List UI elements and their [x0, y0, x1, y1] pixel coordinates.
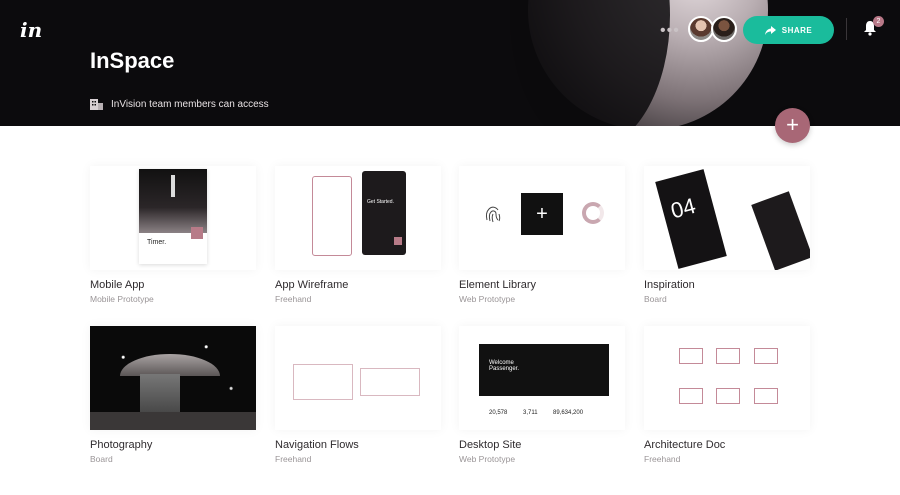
- stat-1: 20,578: [489, 410, 508, 416]
- app-screen: Get Started.: [362, 171, 406, 255]
- project-card-photography[interactable]: Photography Board: [90, 326, 256, 464]
- building-icon: [90, 99, 103, 110]
- share-arrow-icon: [764, 25, 776, 35]
- project-card-inspiration[interactable]: 04 Inspiration Board: [644, 166, 810, 304]
- divider: [846, 18, 847, 40]
- header-banner: in InSpace InVision team members can acc…: [0, 0, 900, 126]
- phone-mockup: Timer.: [139, 169, 207, 264]
- flow-grid: [293, 364, 353, 400]
- project-name[interactable]: Photography: [90, 439, 256, 451]
- fingerprint-icon: [485, 206, 501, 223]
- moon-shadow: [510, 0, 670, 126]
- project-thumbnail[interactable]: [275, 326, 441, 430]
- access-text: InVision team members can access: [111, 99, 269, 110]
- project-thumbnail[interactable]: +: [459, 166, 625, 270]
- project-card-architecture-doc[interactable]: Architecture Doc Freehand: [644, 326, 810, 464]
- phone-mockup: 04: [655, 169, 727, 269]
- project-type: Web Prototype: [459, 454, 516, 464]
- project-type: Freehand: [644, 454, 681, 464]
- more-options-button[interactable]: •••: [660, 22, 680, 40]
- stat-3: 89,634,200: [553, 410, 584, 416]
- project-name[interactable]: Element Library: [459, 279, 625, 291]
- project-name[interactable]: Architecture Doc: [644, 439, 810, 451]
- doc-node: [716, 388, 740, 404]
- add-icon: +: [521, 193, 563, 235]
- thumb-title: Get Started.: [367, 199, 394, 205]
- share-button[interactable]: SHARE: [743, 16, 834, 44]
- project-thumbnail[interactable]: Welcome Passenger. 20,578 3,711 89,634,2…: [459, 326, 625, 430]
- rocket-image: [139, 169, 207, 233]
- doc-node: [679, 348, 703, 364]
- project-thumbnail[interactable]: Timer.: [90, 166, 256, 270]
- project-type: Board: [644, 294, 667, 304]
- project-thumbnail[interactable]: 04: [644, 166, 810, 270]
- project-name[interactable]: Navigation Flows: [275, 439, 441, 451]
- hero-banner: Welcome Passenger.: [479, 344, 609, 396]
- space-title: InSpace: [90, 48, 175, 73]
- doc-node: [754, 388, 778, 404]
- progress-ring: [582, 202, 604, 224]
- share-label: SHARE: [781, 25, 813, 35]
- project-card-app-wireframe[interactable]: Get Started. App Wireframe Freehand: [275, 166, 441, 304]
- access-info[interactable]: InVision team members can access: [90, 99, 269, 110]
- flow-list: [360, 368, 420, 396]
- project-thumbnail[interactable]: [644, 326, 810, 430]
- phone-mockup-secondary: [751, 191, 810, 270]
- project-name[interactable]: Inspiration: [644, 279, 810, 291]
- project-thumbnail[interactable]: [90, 326, 256, 430]
- project-card-navigation-flows[interactable]: Navigation Flows Freehand: [275, 326, 441, 464]
- project-type: Board: [90, 454, 113, 464]
- invision-logo[interactable]: in: [20, 18, 42, 42]
- thumb-title: Timer.: [147, 239, 167, 246]
- project-card-mobile-app[interactable]: Timer. Mobile App Mobile Prototype: [90, 166, 256, 304]
- doc-node: [754, 348, 778, 364]
- doc-node: [679, 388, 703, 404]
- project-thumbnail[interactable]: Get Started.: [275, 166, 441, 270]
- project-type: Web Prototype: [459, 294, 516, 304]
- notification-badge: 2: [873, 16, 884, 27]
- stat-2: 3,711: [523, 410, 538, 416]
- thumb-title: Welcome Passenger.: [489, 360, 520, 372]
- project-type: Freehand: [275, 454, 312, 464]
- avatar[interactable]: [711, 16, 737, 42]
- project-card-desktop-site[interactable]: Welcome Passenger. 20,578 3,711 89,634,2…: [459, 326, 625, 464]
- project-type: Freehand: [275, 294, 312, 304]
- add-project-button[interactable]: +: [775, 108, 810, 143]
- project-type: Mobile Prototype: [90, 294, 154, 304]
- doc-node: [716, 348, 740, 364]
- wireframe-screen: [312, 176, 352, 256]
- thumb-button: [191, 227, 203, 239]
- thumb-button: [394, 237, 402, 245]
- project-name[interactable]: App Wireframe: [275, 279, 441, 291]
- ground: [90, 412, 256, 430]
- project-card-element-library[interactable]: + Element Library Web Prototype: [459, 166, 625, 304]
- project-name[interactable]: Mobile App: [90, 279, 256, 291]
- project-name[interactable]: Desktop Site: [459, 439, 625, 451]
